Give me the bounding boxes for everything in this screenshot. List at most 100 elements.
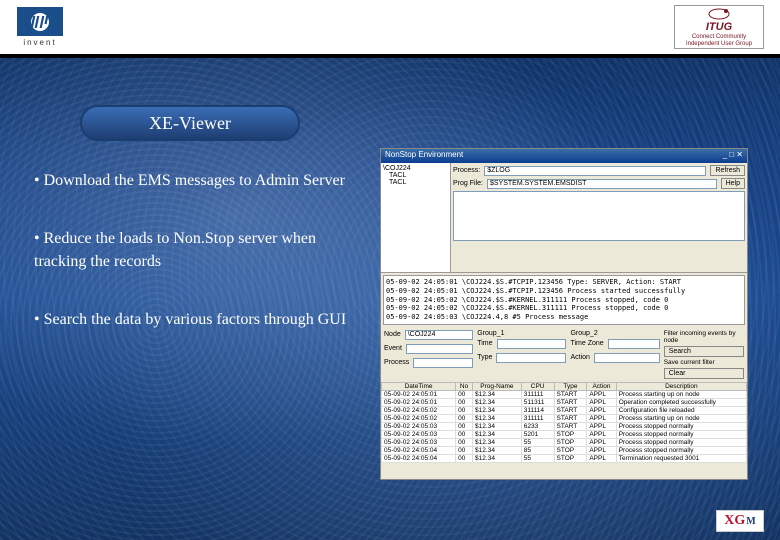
table-cell: 05-09-02 24:05:01 (382, 398, 456, 406)
table-row[interactable]: 05-09-02 24:05:0200$12.34311111STARTAPPL… (382, 414, 747, 422)
col-datetime[interactable]: DateTime (382, 382, 456, 390)
clear-button[interactable]: Clear (664, 368, 744, 379)
table-cell: 55 (521, 454, 554, 462)
table-cell: 00 (456, 446, 473, 454)
action-label: Action (570, 354, 589, 361)
table-cell: Process starting up on node (616, 390, 746, 398)
tree-item[interactable]: TACL (383, 172, 448, 179)
table-cell: Configuration file reloaded (616, 406, 746, 414)
itug-sub2: Independent User Group (686, 41, 752, 47)
top-pane: \COJ224 TACL TACL Process: $ZLOG Refresh… (381, 163, 747, 273)
time-label: Time (477, 340, 492, 347)
field-label: Process: (453, 167, 480, 174)
type-field[interactable] (496, 353, 566, 363)
events-table[interactable]: DateTime No Prog-Name CPU Type Action De… (381, 382, 747, 463)
type-label: Type (477, 354, 492, 361)
tree-panel[interactable]: \COJ224 TACL TACL (381, 163, 451, 272)
tz-label: Time Zone (570, 340, 603, 347)
table-cell: APPL (587, 430, 616, 438)
progfile-field[interactable]: $SYSTEM.SYSTEM.EMSDIST (487, 179, 717, 189)
node-field[interactable]: \COJ224 (405, 330, 474, 340)
refresh-button[interactable]: Refresh (710, 165, 745, 176)
table-cell: STOP (554, 438, 587, 446)
detail-panel: Process: $ZLOG Refresh Prog File: $SYSTE… (451, 163, 747, 272)
table-cell: 5201 (521, 430, 554, 438)
xgm-m: M (746, 516, 755, 527)
window-controls[interactable]: _ □ ✕ (723, 150, 743, 162)
event-label: Event (384, 345, 402, 352)
table-cell: Process stopped normally (616, 422, 746, 430)
table-cell: Process starting up on node (616, 414, 746, 422)
table-cell: Termination requested 3001 (616, 454, 746, 462)
table-row[interactable]: 05-09-02 24:05:0200$12.34311114STARTAPPL… (382, 406, 747, 414)
col-no[interactable]: No (456, 382, 473, 390)
table-cell: 05-09-02 24:05:02 (382, 406, 456, 414)
filter-info2: Save current filter (664, 359, 744, 366)
action-field[interactable] (594, 353, 660, 363)
window-title: NonStop Environment (385, 150, 463, 162)
col-progname[interactable]: Prog-Name (473, 382, 522, 390)
table-cell: 05-09-02 24:05:04 (382, 446, 456, 454)
group-label: Group_1 (477, 330, 566, 337)
table-cell: $12.34 (473, 406, 522, 414)
table-cell: 05-09-02 24:05:01 (382, 390, 456, 398)
table-cell: START (554, 414, 587, 422)
window-titlebar: NonStop Environment _ □ ✕ (381, 149, 747, 163)
help-button[interactable]: Help (721, 178, 745, 189)
table-cell: START (554, 390, 587, 398)
xgm-x: X (724, 513, 734, 529)
table-header-row: DateTime No Prog-Name CPU Type Action De… (382, 382, 747, 390)
col-cpu[interactable]: CPU (521, 382, 554, 390)
log-line: 05-09-02 24:05:01 \COJ224.$S.#TCPIP.1234… (386, 287, 742, 296)
node-label: Node (384, 331, 401, 338)
table-cell: 00 (456, 406, 473, 414)
table-cell: 311114 (521, 406, 554, 414)
tree-item[interactable]: TACL (383, 179, 448, 186)
table-cell: $12.34 (473, 446, 522, 454)
bullet-item: Download the EMS messages to Admin Serve… (34, 170, 354, 192)
col-desc[interactable]: Description (616, 382, 746, 390)
time-field[interactable] (497, 339, 567, 349)
table-cell: 511311 (521, 398, 554, 406)
table-cell: APPL (587, 390, 616, 398)
field-label: Prog File: (453, 180, 483, 187)
table-row[interactable]: 05-09-02 24:05:0300$12.345201STOPAPPLPro… (382, 430, 747, 438)
detail-textarea[interactable] (453, 191, 745, 241)
table-cell: 00 (456, 414, 473, 422)
table-row[interactable]: 05-09-02 24:05:0400$12.3485STOPAPPLProce… (382, 446, 747, 454)
table-row[interactable]: 05-09-02 24:05:0300$12.3455STOPAPPLProce… (382, 438, 747, 446)
table-cell: 311111 (521, 414, 554, 422)
slide-title: XE-Viewer (80, 105, 300, 141)
xgm-logo: X G M (716, 510, 764, 532)
tree-root[interactable]: \COJ224 (383, 165, 448, 172)
table-row[interactable]: 05-09-02 24:05:0100$12.34511311STARTAPPL… (382, 398, 747, 406)
table-cell: $12.34 (473, 438, 522, 446)
log-line: 05-09-02 24:05:01 \COJ224.$S.#TCPIP.1234… (386, 278, 742, 287)
bullet-list: Download the EMS messages to Admin Serve… (34, 170, 354, 368)
table-row[interactable]: 05-09-02 24:05:0300$12.346233STARTAPPLPr… (382, 422, 747, 430)
col-type[interactable]: Type (554, 382, 587, 390)
hp-logo-block (17, 7, 63, 36)
table-cell: $12.34 (473, 390, 522, 398)
table-cell: STOP (554, 430, 587, 438)
table-cell: 00 (456, 454, 473, 462)
bullet-item: Reduce the loads to Non.Stop server when… (34, 228, 354, 273)
event-field[interactable] (406, 344, 473, 354)
process-field[interactable] (413, 358, 473, 368)
table-row[interactable]: 05-09-02 24:05:0400$12.3455STOPAPPLTermi… (382, 454, 747, 462)
search-button[interactable]: Search (664, 346, 744, 357)
table-cell: APPL (587, 454, 616, 462)
log-output[interactable]: 05-09-02 24:05:01 \COJ224.$S.#TCPIP.1234… (383, 275, 745, 325)
col-action[interactable]: Action (587, 382, 616, 390)
tz-field[interactable] (608, 339, 660, 349)
table-cell: START (554, 398, 587, 406)
table-cell: APPL (587, 446, 616, 454)
process-field[interactable]: $ZLOG (484, 166, 706, 176)
filter-pane: Node \COJ224 Event Process Group_1 Time … (381, 327, 747, 382)
table-row[interactable]: 05-09-02 24:05:0100$12.34311111STARTAPPL… (382, 390, 747, 398)
table-cell: 55 (521, 438, 554, 446)
table-cell: Process stopped normally (616, 430, 746, 438)
itug-sub1: Connect Community (692, 34, 746, 40)
table-cell: 00 (456, 438, 473, 446)
table-cell: 05-09-02 24:05:03 (382, 430, 456, 438)
